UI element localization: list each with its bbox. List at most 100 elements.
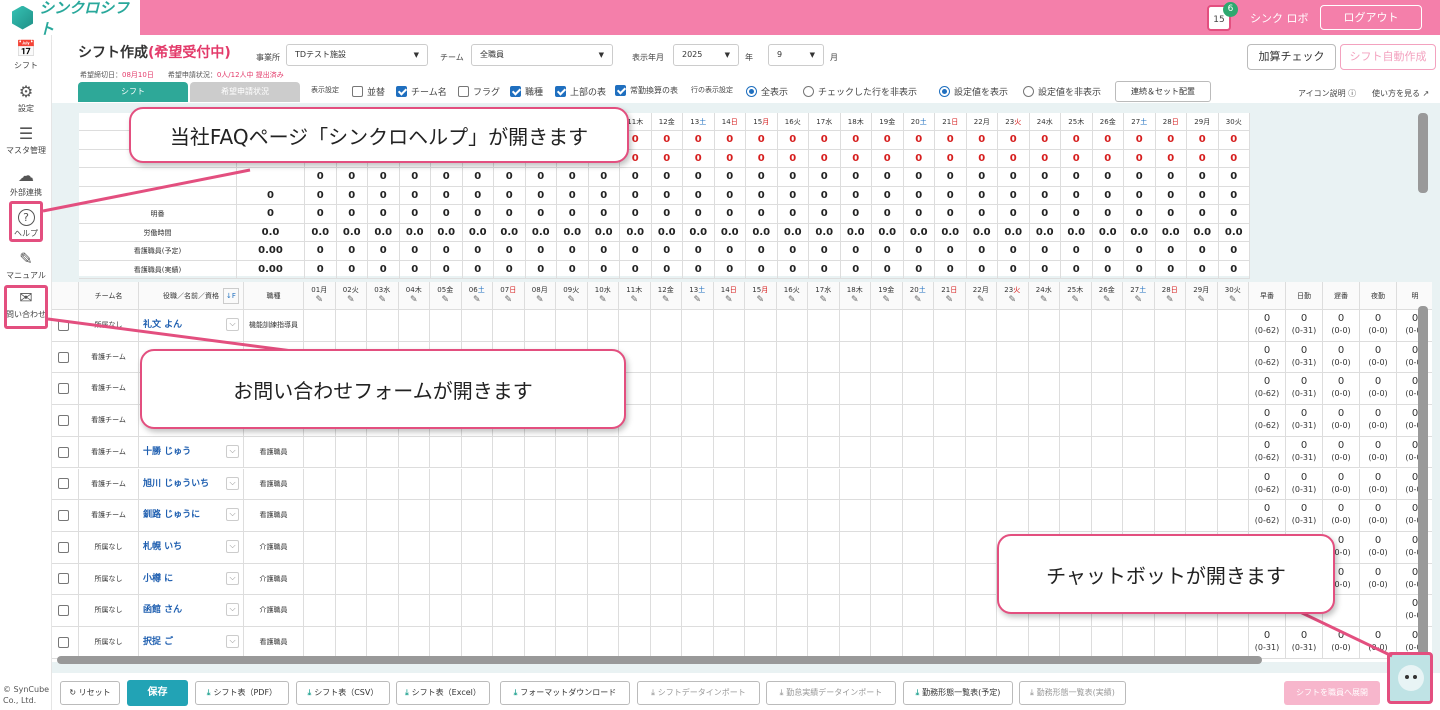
pencil-icon[interactable]: ✎ <box>651 295 682 305</box>
sidebar-item-5[interactable]: ✎ マニュアル <box>0 250 52 281</box>
shift-cell[interactable] <box>430 531 462 563</box>
shift-cell[interactable] <box>682 341 714 373</box>
tab-request-status[interactable]: 希望申請状況 <box>190 82 300 102</box>
row-checkbox[interactable] <box>57 605 69 617</box>
staff-name[interactable]: 択捉 ご <box>143 637 173 647</box>
shift-cell[interactable] <box>997 436 1029 468</box>
shift-cell[interactable] <box>682 500 714 531</box>
export-button-6[interactable]: ⤓ 勤務形態一覧表(予定) <box>903 681 1013 705</box>
shift-cell[interactable] <box>399 595 430 626</box>
shift-cell[interactable] <box>966 468 997 500</box>
shift-cell[interactable] <box>871 373 903 405</box>
shift-cell[interactable] <box>556 563 588 595</box>
shift-cell[interactable] <box>1123 373 1155 405</box>
shift-cell[interactable] <box>966 627 997 658</box>
sidebar-item-3[interactable]: ☁ 外部連携 <box>0 167 52 198</box>
shift-cell[interactable] <box>777 405 808 436</box>
shift-cell[interactable] <box>840 531 871 563</box>
pencil-icon[interactable]: ✎ <box>966 295 997 305</box>
shift-cell[interactable] <box>840 341 871 373</box>
shift-cell[interactable] <box>1060 627 1092 658</box>
shift-cell[interactable] <box>619 436 651 468</box>
shift-cell[interactable] <box>808 310 840 341</box>
shift-cell[interactable] <box>934 563 966 595</box>
shift-cell[interactable] <box>1060 310 1092 341</box>
shift-cell[interactable] <box>966 341 997 373</box>
shift-cell[interactable] <box>871 563 903 595</box>
chevron-down-icon[interactable]: ⌵ <box>226 571 239 585</box>
day-header[interactable]: 02火 ✎ <box>336 282 367 309</box>
shift-cell[interactable] <box>1029 341 1060 373</box>
shift-cell[interactable] <box>808 595 840 626</box>
shift-cell[interactable] <box>651 563 682 595</box>
shift-cell[interactable] <box>367 500 399 531</box>
shift-cell[interactable] <box>1092 310 1123 341</box>
shift-cell[interactable] <box>1123 310 1155 341</box>
pencil-icon[interactable]: ✎ <box>430 295 461 305</box>
shift-cell[interactable] <box>367 436 399 468</box>
shift-cell[interactable] <box>588 310 619 341</box>
day-header[interactable]: 26金 ✎ <box>1092 282 1123 309</box>
shift-cell[interactable] <box>1092 500 1123 531</box>
shift-cell[interactable] <box>934 373 966 405</box>
sidebar-item-2[interactable]: ☰ マスタ管理 <box>0 125 52 156</box>
day-header[interactable]: 09火 ✎ <box>556 282 588 309</box>
chatbot-button[interactable] <box>1387 652 1433 704</box>
shift-cell[interactable] <box>1186 341 1218 373</box>
shift-cell[interactable] <box>682 627 714 658</box>
shift-cell[interactable] <box>714 595 745 626</box>
day-header[interactable]: 30火 ✎ <box>1218 282 1249 309</box>
day-header[interactable]: 20土 ✎ <box>903 282 934 309</box>
export-button-4[interactable]: ⤓ シフトデータインポート <box>637 681 760 705</box>
shift-cell[interactable] <box>1060 341 1092 373</box>
shift-cell[interactable] <box>556 595 588 626</box>
shift-cell[interactable] <box>682 373 714 405</box>
day-header[interactable]: 03水 ✎ <box>367 282 399 309</box>
shift-cell[interactable] <box>903 563 934 595</box>
shift-cell[interactable] <box>525 500 556 531</box>
display-option-0[interactable]: 並替 <box>352 85 385 98</box>
shift-cell[interactable] <box>903 405 934 436</box>
shift-cell[interactable] <box>777 563 808 595</box>
shift-cell[interactable] <box>462 531 493 563</box>
shift-cell[interactable] <box>1092 627 1123 658</box>
setting-radio-1[interactable]: 設定値を非表示 <box>1023 85 1101 98</box>
shift-cell[interactable] <box>1155 500 1186 531</box>
checkbox[interactable] <box>510 86 521 97</box>
shift-cell[interactable] <box>1155 405 1186 436</box>
shift-cell[interactable] <box>651 468 682 500</box>
shift-cell[interactable] <box>399 310 430 341</box>
pencil-icon[interactable]: ✎ <box>525 295 556 305</box>
shift-cell[interactable] <box>304 563 336 595</box>
shift-cell[interactable] <box>651 373 682 405</box>
display-option-2[interactable]: フラグ <box>458 85 500 98</box>
shift-cell[interactable] <box>1029 436 1060 468</box>
chevron-down-icon[interactable]: ⌵ <box>226 318 239 331</box>
kasan-check-button[interactable]: 加算チェック <box>1247 44 1336 70</box>
shift-cell[interactable] <box>1155 310 1186 341</box>
pencil-icon[interactable]: ✎ <box>840 295 871 305</box>
shift-cell[interactable] <box>966 373 997 405</box>
publish-shift-button[interactable]: シフトを職員へ展開 <box>1284 681 1380 705</box>
shift-cell[interactable] <box>745 595 777 626</box>
shift-cell[interactable] <box>1060 405 1092 436</box>
shift-cell[interactable] <box>840 405 871 436</box>
shift-cell[interactable] <box>840 500 871 531</box>
day-header[interactable]: 01月 ✎ <box>304 282 336 309</box>
day-header[interactable]: 16火 ✎ <box>777 282 808 309</box>
shift-cell[interactable] <box>777 436 808 468</box>
shift-cell[interactable] <box>682 310 714 341</box>
shift-cell[interactable] <box>1123 405 1155 436</box>
shift-cell[interactable] <box>1186 405 1218 436</box>
shift-cell[interactable] <box>525 310 556 341</box>
team-select[interactable]: 全職員 ▼ <box>471 44 613 66</box>
checkbox[interactable] <box>555 86 566 97</box>
shift-cell[interactable] <box>619 595 651 626</box>
day-header[interactable]: 05金 ✎ <box>430 282 462 309</box>
pencil-icon[interactable]: ✎ <box>493 295 524 305</box>
pencil-icon[interactable]: ✎ <box>304 295 335 305</box>
shift-cell[interactable] <box>493 531 525 563</box>
shift-cell[interactable] <box>1029 373 1060 405</box>
shift-cell[interactable] <box>871 595 903 626</box>
shift-cell[interactable] <box>840 468 871 500</box>
